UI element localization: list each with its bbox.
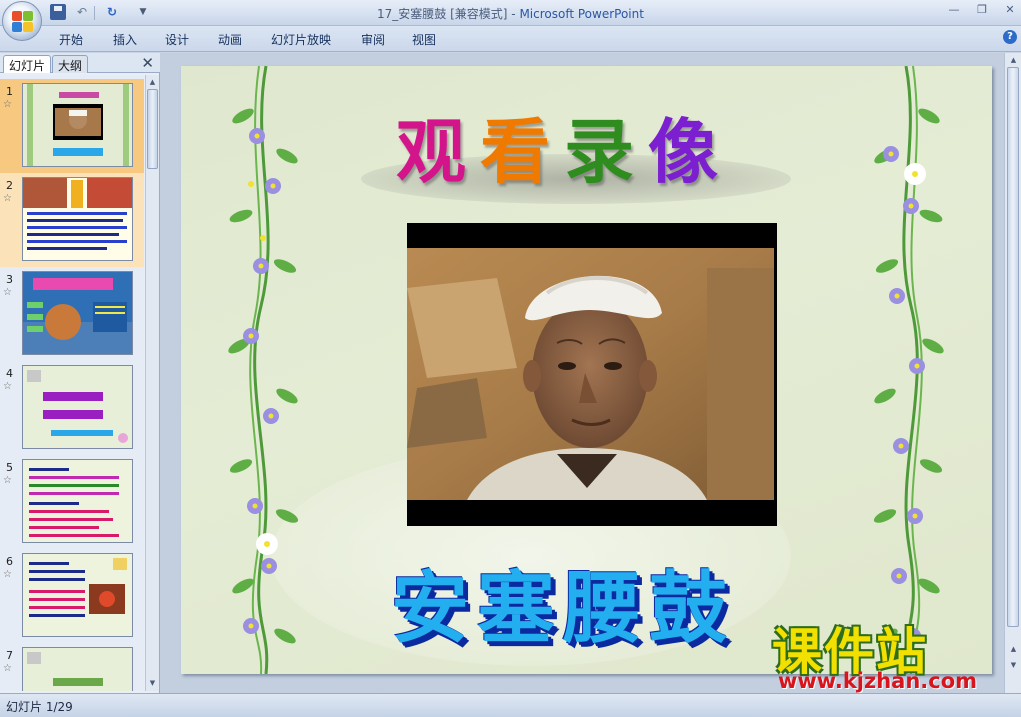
slide-number: 3: [6, 273, 13, 286]
slide-preview: [22, 83, 133, 167]
video-frame: [407, 248, 774, 500]
old-man-portrait: [407, 248, 774, 500]
title-char: 录: [564, 110, 648, 193]
tab-view[interactable]: 视图: [412, 31, 436, 48]
slide-scrollbar[interactable]: ▲ ▲ ▼: [1004, 53, 1021, 693]
slide-preview: [22, 553, 133, 637]
previous-slide-icon[interactable]: ▲: [1008, 643, 1019, 655]
logo-square: [23, 22, 33, 32]
main-title[interactable]: 安塞腰鼓: [391, 546, 801, 656]
animation-star-icon: ☆: [3, 475, 12, 486]
animation-star-icon: ☆: [3, 287, 12, 298]
video-player[interactable]: [407, 223, 777, 526]
slide-1-preview-art: [27, 84, 129, 166]
logo-square: [12, 22, 22, 32]
status-bar: 幻灯片 1/29: [0, 693, 1021, 717]
tab-animations[interactable]: 动画: [218, 31, 242, 48]
slide-preview: [22, 647, 133, 691]
animation-star-icon: ☆: [3, 381, 12, 392]
tab-outline[interactable]: 大纲: [52, 55, 89, 73]
window-controls: — ❐ ✕: [947, 3, 1017, 17]
title-bar: ↶ ↻ ▼ 17_安塞腰鼓 [兼容模式] - Microsoft PowerPo…: [0, 0, 1021, 26]
logo-square: [23, 11, 33, 21]
office-button-icon[interactable]: [2, 1, 42, 41]
tab-design[interactable]: 设计: [165, 31, 189, 48]
scrollbar-thumb[interactable]: [147, 89, 158, 169]
logo-square: [12, 11, 22, 21]
help-icon[interactable]: ?: [1003, 30, 1017, 44]
slide-canvas[interactable]: 观看录像 安塞腰鼓: [181, 66, 992, 674]
title-char: 像: [648, 110, 732, 193]
slide-preview: [22, 177, 133, 261]
slide-thumbnail-4[interactable]: 4 ☆: [0, 361, 144, 455]
maximize-icon[interactable]: ❐: [975, 3, 989, 17]
thumbnail-scrollbar[interactable]: ▲ ▼: [145, 75, 159, 691]
document-title: 17_安塞腰鼓 [兼容模式]: [377, 7, 508, 21]
slide-2-preview-art: [23, 178, 132, 250]
ribbon-tabs: 开始 插入 设计 动画 幻灯片放映 审阅 视图: [0, 26, 1021, 52]
right-flower-vine: [873, 66, 944, 674]
scroll-up-icon[interactable]: ▲: [147, 76, 158, 88]
slide-number: 4: [6, 367, 13, 380]
window-title: 17_安塞腰鼓 [兼容模式] - Microsoft PowerPoint: [0, 5, 1021, 22]
scroll-down-icon[interactable]: ▼: [147, 677, 158, 689]
next-slide-icon[interactable]: ▼: [1008, 659, 1019, 671]
slide-number: 2: [6, 179, 13, 192]
title-char: 看: [480, 110, 564, 193]
app-name: Microsoft PowerPoint: [519, 7, 644, 21]
slide-number: 6: [6, 555, 13, 568]
slide-number: 1: [6, 85, 13, 98]
animation-star-icon: ☆: [3, 663, 12, 674]
slides-pane: 幻灯片 大纲 ✕ 1 ☆ 2 ☆ 3 ☆ 4 ☆ 5 ☆ 6 ☆ 7 ☆ ▲ ▼: [0, 53, 160, 693]
watermark-url: www.kjzhan.com: [778, 669, 978, 693]
tab-review[interactable]: 审阅: [361, 31, 385, 48]
title-char: 观: [396, 110, 480, 193]
tab-home[interactable]: 开始: [59, 31, 83, 48]
slide-preview: [22, 459, 133, 543]
slide-thumbnail-2[interactable]: 2 ☆: [0, 173, 144, 267]
scroll-up-icon[interactable]: ▲: [1008, 54, 1019, 66]
slide-4-preview-art: [27, 370, 128, 443]
slide-3-preview-art: [23, 272, 132, 354]
thumbnail-list: 1 ☆ 2 ☆ 3 ☆ 4 ☆ 5 ☆ 6 ☆ 7 ☆: [0, 75, 144, 691]
pane-close-icon[interactable]: ✕: [141, 54, 154, 72]
slide-indicator: 幻灯片 1/29: [6, 700, 73, 714]
tab-slideshow[interactable]: 幻灯片放映: [271, 31, 331, 48]
title-separator: -: [507, 7, 520, 21]
close-icon[interactable]: ✕: [1003, 3, 1017, 17]
animation-star-icon: ☆: [3, 99, 12, 110]
tab-insert[interactable]: 插入: [113, 31, 137, 48]
slide-thumbnail-3[interactable]: 3 ☆: [0, 267, 144, 361]
left-flower-vine: [228, 66, 299, 674]
slide-thumbnail-1[interactable]: 1 ☆: [0, 79, 144, 173]
animation-star-icon: ☆: [3, 569, 12, 580]
slide-thumbnail-6[interactable]: 6 ☆: [0, 549, 144, 643]
slide-7-preview-art: [27, 652, 103, 686]
slide-number: 5: [6, 461, 13, 474]
slide-thumbnail-7[interactable]: 7 ☆: [0, 643, 144, 691]
slide-preview: [22, 365, 133, 449]
minimize-icon[interactable]: —: [947, 3, 961, 17]
slide-preview: [22, 271, 133, 355]
animation-star-icon: ☆: [3, 193, 12, 204]
slide-title[interactable]: 观看录像: [396, 96, 786, 206]
tab-slides[interactable]: 幻灯片: [3, 55, 52, 73]
slide-6-preview-art: [29, 558, 127, 617]
slide-thumbnail-5[interactable]: 5 ☆: [0, 455, 144, 549]
office-logo-icon: [12, 11, 34, 33]
scrollbar-thumb[interactable]: [1007, 67, 1019, 627]
pane-tabs: 幻灯片 大纲 ✕: [0, 53, 160, 73]
slide-5-preview-art: [29, 468, 119, 537]
slide-number: 7: [6, 649, 13, 662]
